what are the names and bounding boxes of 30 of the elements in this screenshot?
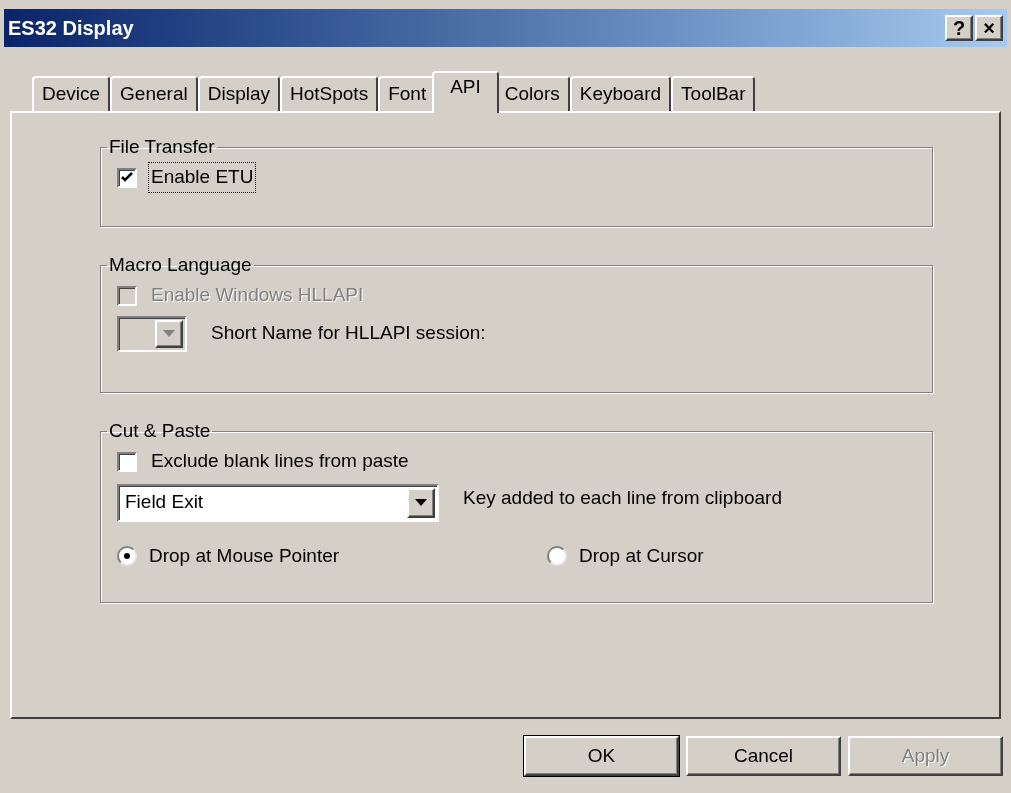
field-label: Short Name for HLLAPI session: (211, 321, 486, 346)
radio-label: Drop at Mouse Pointer (149, 543, 340, 568)
checkbox-label: Enable ETU (149, 163, 256, 192)
checkbox[interactable] (117, 167, 137, 188)
radio-button[interactable] (117, 545, 137, 566)
tab[interactable]: Display (197, 76, 280, 111)
radio-label: Drop at Cursor (579, 543, 704, 568)
tab[interactable]: General (110, 76, 198, 111)
caret-icon (163, 330, 175, 337)
group-title: Cut & Paste (108, 419, 212, 443)
checkbox-label: Enable Windows HLLAPI (150, 283, 365, 308)
tab[interactable]: Keyboard (569, 76, 672, 111)
radio-button[interactable] (547, 545, 567, 566)
window-title: ES32 Display (8, 16, 134, 41)
group-title: File Transfer (108, 135, 216, 159)
checkbox-label: Exclude blank lines from paste (150, 449, 410, 474)
dialog-button[interactable]: OK (524, 736, 679, 776)
tab[interactable]: API (432, 71, 499, 113)
title-bar-button[interactable]: ? (945, 15, 973, 41)
tab[interactable]: Device (32, 76, 111, 111)
tab[interactable]: ToolBar (671, 76, 756, 111)
tab[interactable]: HotSpots (280, 76, 379, 111)
group-title: Macro Language (108, 253, 253, 277)
key-dropdown[interactable]: Field Exit (117, 483, 439, 522)
checkbox[interactable] (117, 451, 137, 472)
caret-icon (415, 499, 427, 506)
dialog-button[interactable]: Cancel (686, 736, 841, 776)
title-bar-button[interactable]: × (975, 15, 1003, 41)
check-icon (121, 172, 133, 183)
field-label: Key added to each line from clipboard (463, 486, 782, 511)
